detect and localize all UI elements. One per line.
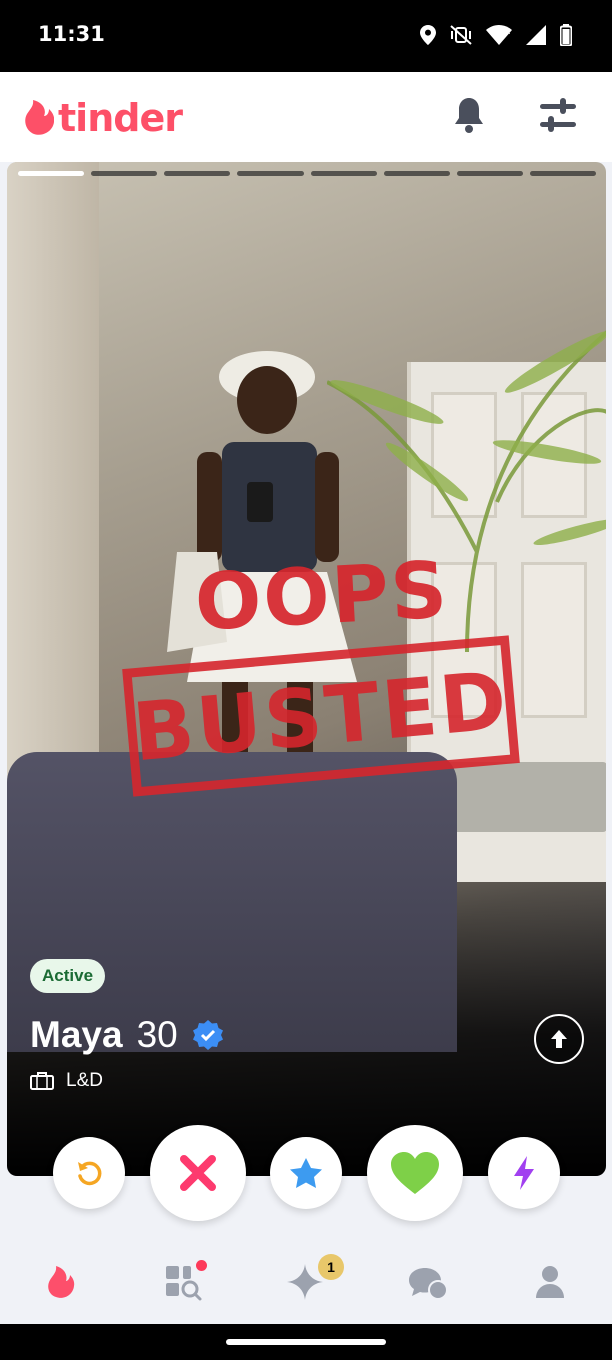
app-header: tinder [0, 72, 612, 162]
status-time: 11:31 [38, 22, 105, 46]
notifications-button[interactable] [452, 96, 486, 134]
battery-icon [560, 24, 572, 46]
profile-name: Maya [30, 1014, 123, 1055]
photo-progress-segment[interactable] [18, 171, 85, 176]
boost-icon [514, 1156, 534, 1190]
home-gesture-handle[interactable] [226, 1339, 386, 1345]
signal-icon [526, 25, 546, 45]
active-status-badge: Active [30, 959, 106, 993]
logo-text: tinder [58, 96, 183, 140]
stamp-text-bottom: BUSTED [129, 653, 513, 779]
vibrate-off-icon [450, 25, 472, 45]
profile-card[interactable]: OOPS BUSTED Active Maya 30 L&D [7, 162, 606, 1176]
photo-progress-segment[interactable] [383, 171, 450, 176]
arrow-up-icon [551, 1030, 567, 1048]
photo-progress-segment[interactable] [456, 171, 523, 176]
home-flame-icon [48, 1266, 75, 1298]
name-row: Maya 30 [30, 1014, 224, 1056]
like-button[interactable] [367, 1125, 463, 1221]
photo-progress-segment[interactable] [310, 171, 377, 176]
like-icon [391, 1152, 439, 1194]
location-icon [420, 25, 436, 45]
profile-icon [536, 1266, 564, 1298]
nav-home[interactable] [41, 1262, 81, 1302]
bottom-nav: 1 [0, 1240, 612, 1324]
filter-sliders-icon [540, 98, 576, 132]
boost-button[interactable] [488, 1137, 560, 1209]
messages-icon [409, 1268, 448, 1300]
tinder-logo[interactable]: tinder [24, 96, 183, 140]
nope-icon [180, 1155, 216, 1191]
flame-logo-icon [25, 100, 54, 135]
nav-profile[interactable] [530, 1262, 570, 1302]
profile-age: 30 [136, 1014, 178, 1055]
rewind-icon [78, 1161, 102, 1186]
nope-button[interactable] [150, 1125, 246, 1221]
expand-profile-button[interactable] [534, 1014, 584, 1064]
gold-count-badge: 1 [318, 1254, 344, 1280]
photo-progress [18, 171, 596, 177]
svg-text:R: R [504, 27, 510, 37]
photo-progress-segment[interactable] [237, 171, 304, 176]
photo-progress-segment[interactable] [91, 171, 158, 176]
job-row: L&D [30, 1070, 103, 1092]
busted-stamp: OOPS BUSTED [117, 545, 520, 822]
status-icons: R [420, 24, 572, 46]
briefcase-icon [30, 1072, 54, 1090]
stamp-text-top: OOPS [192, 545, 452, 649]
notifications-bell-icon [455, 98, 483, 133]
photo-progress-segment[interactable] [529, 171, 596, 176]
status-bar: 11:31 R [0, 0, 612, 72]
super-like-icon [290, 1158, 322, 1188]
gesture-bar [0, 1324, 612, 1360]
stamp-box: BUSTED [122, 635, 520, 797]
super-like-button[interactable] [270, 1137, 342, 1209]
rewind-button[interactable] [53, 1137, 125, 1209]
nav-messages[interactable] [407, 1262, 448, 1302]
verified-badge-icon [192, 1020, 223, 1050]
filter-button[interactable] [538, 98, 578, 134]
explore-notification-dot [196, 1260, 207, 1271]
wifi-icon: R [486, 25, 512, 45]
job-title: L&D [66, 1070, 103, 1091]
photo-progress-segment[interactable] [164, 171, 231, 176]
